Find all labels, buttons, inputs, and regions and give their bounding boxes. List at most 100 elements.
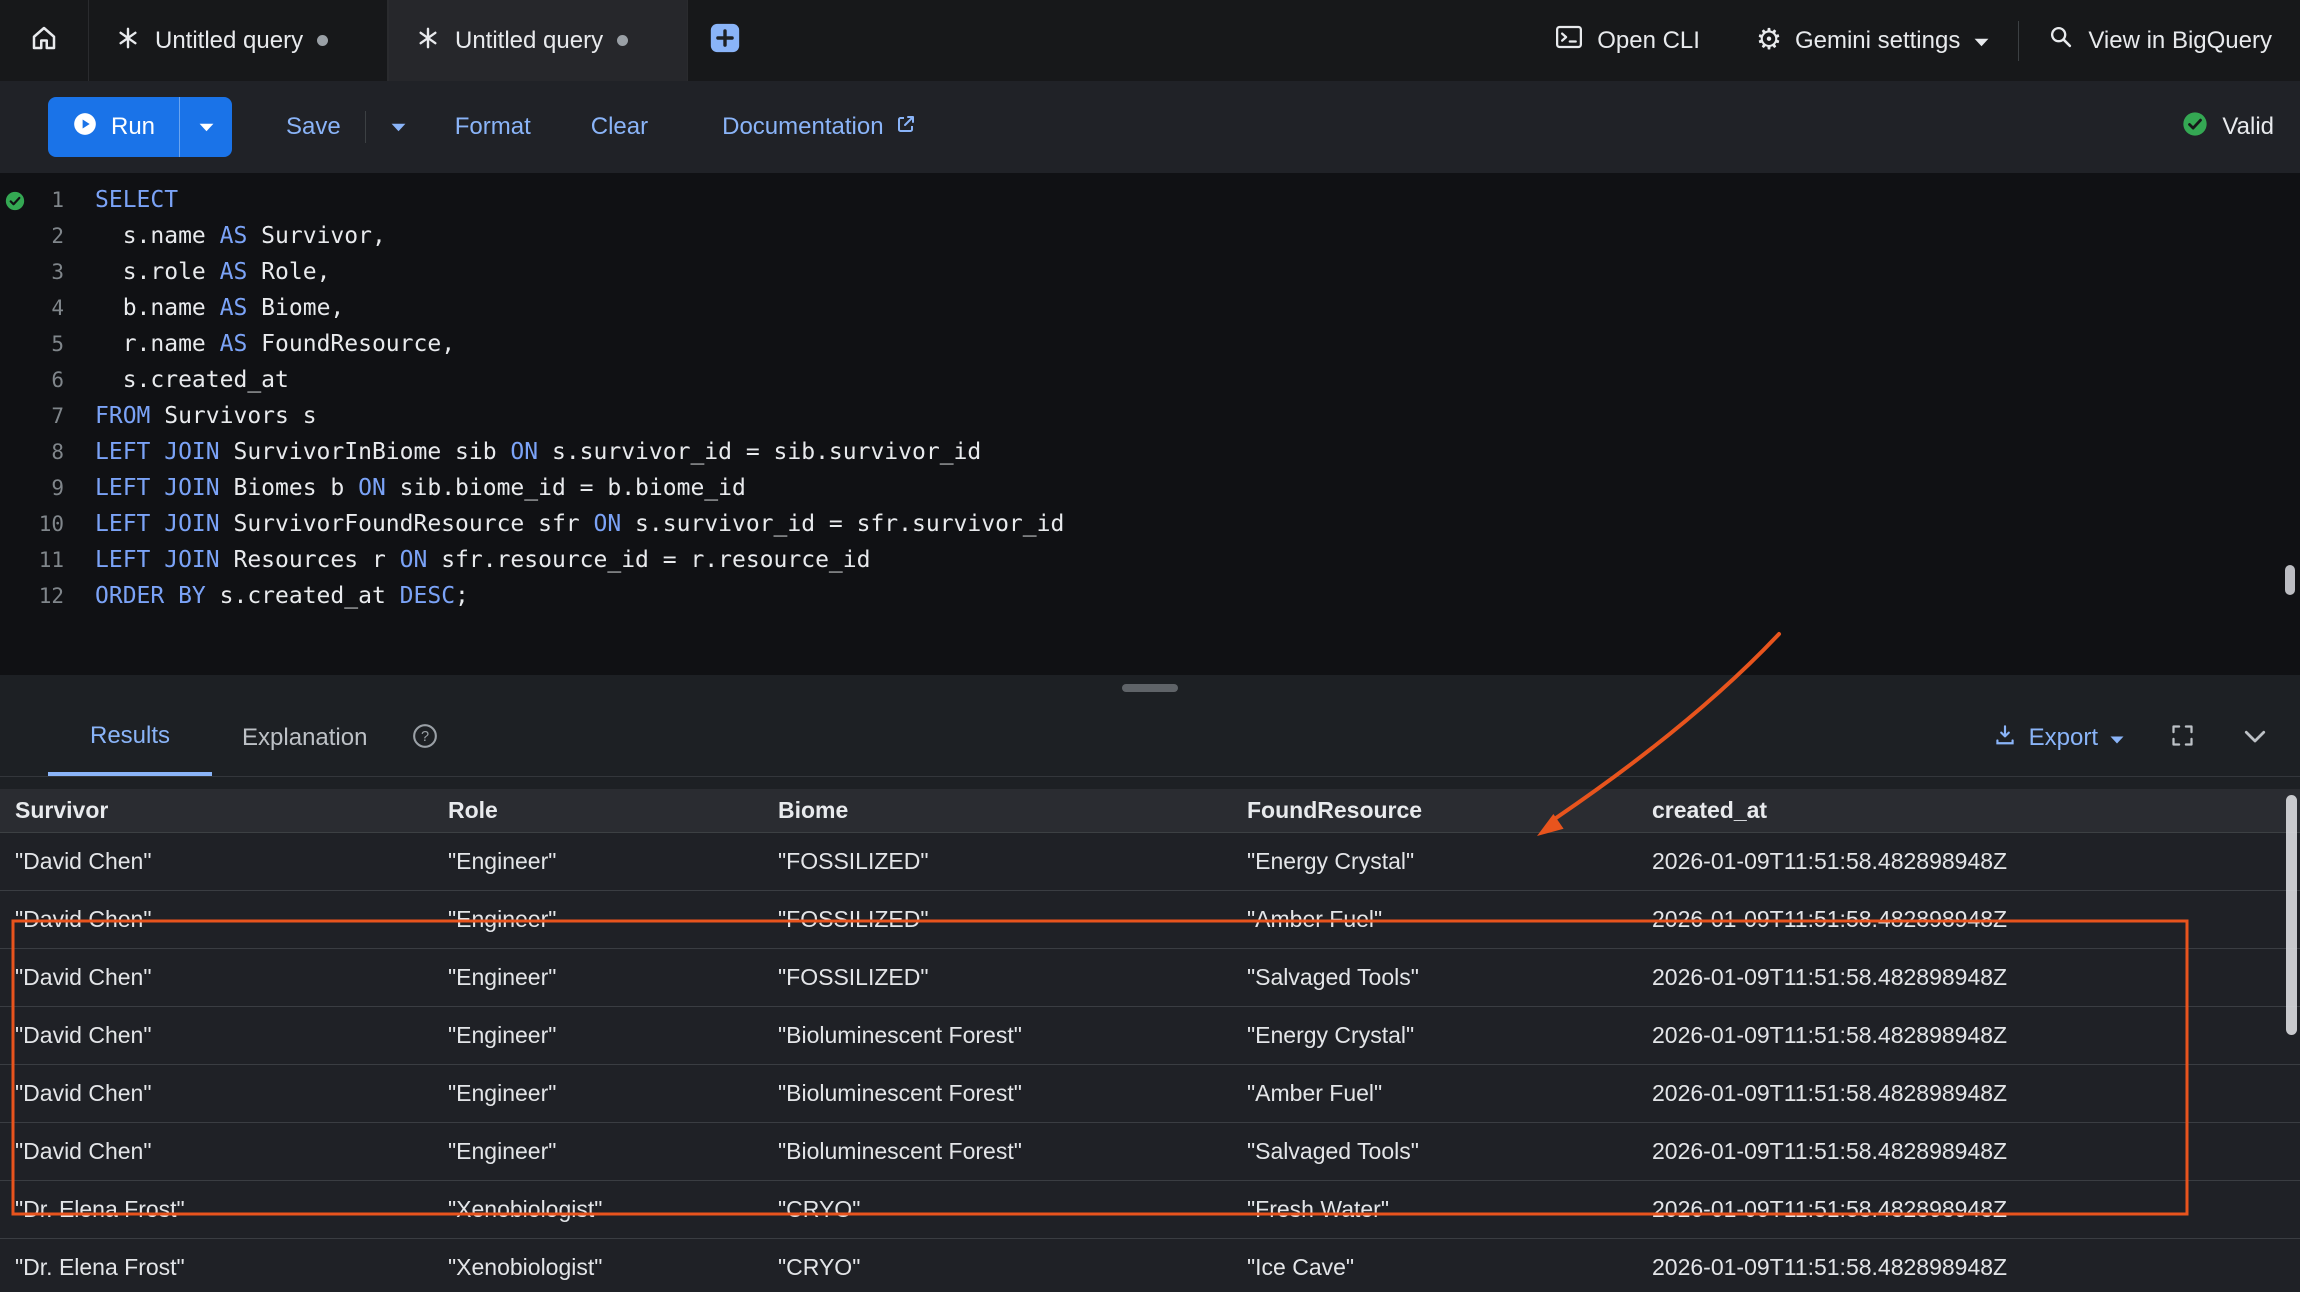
code-line[interactable]: 4 b.name AS Biome,: [0, 290, 2300, 326]
code-text[interactable]: s.name AS Survivor,: [95, 218, 386, 254]
column-header-foundresource: FoundResource: [1247, 797, 1652, 824]
code-line[interactable]: 8 LEFT JOIN SurvivorInBiome sib ON s.surv…: [0, 434, 2300, 470]
table-cell: "Salvaged Tools": [1247, 964, 1652, 991]
help-button[interactable]: ?: [411, 722, 439, 755]
line-number: 8: [0, 434, 64, 470]
code-line[interactable]: 7 FROM Survivors s: [0, 398, 2300, 434]
column-header-survivor: Survivor: [15, 797, 448, 824]
code-text[interactable]: LEFT JOIN SurvivorFoundResource sfr ON s…: [95, 506, 1064, 542]
chevron-down-icon: [2240, 721, 2270, 756]
code-line[interactable]: 2 s.name AS Survivor,: [0, 218, 2300, 254]
table-cell: "David Chen": [15, 1022, 448, 1049]
code-line[interactable]: 5 r.name AS FoundResource,: [0, 326, 2300, 362]
line-number: 7: [0, 398, 64, 434]
export-button[interactable]: Export: [1992, 722, 2125, 755]
splitter-drag-handle[interactable]: [1122, 684, 1178, 692]
fullscreen-button[interactable]: [2169, 722, 2196, 754]
table-row: "David Chen""Engineer""Bioluminescent Fo…: [0, 1065, 2300, 1123]
code-text[interactable]: LEFT JOIN Biomes b ON sib.biome_id = b.b…: [95, 470, 746, 506]
gemini-settings-icon: ⚙: [1756, 26, 1782, 55]
table-cell: "FOSSILIZED": [778, 964, 1247, 991]
tab-title: Untitled query: [155, 27, 303, 55]
add-tab-icon: [708, 21, 742, 60]
line-valid-check-icon: [4, 190, 26, 212]
chevron-down-icon: [1973, 27, 1990, 55]
results-scrollbar[interactable]: [2286, 795, 2297, 1035]
table-cell: "CRYO": [778, 1254, 1247, 1281]
table-cell: "Engineer": [448, 848, 778, 875]
home-button[interactable]: [0, 0, 88, 81]
open-cli-label: Open CLI: [1597, 27, 1700, 55]
table-row: "Dr. Elena Frost""Xenobiologist""CRYO""F…: [0, 1181, 2300, 1239]
table-cell: "David Chen": [15, 1080, 448, 1107]
table-cell: "Xenobiologist": [448, 1196, 778, 1223]
run-button[interactable]: Run: [48, 97, 179, 157]
code-line[interactable]: 11 LEFT JOIN Resources r ON sfr.resource_…: [0, 542, 2300, 578]
results-header-row: SurvivorRoleBiomeFoundResourcecreated_at: [0, 789, 2300, 833]
add-tab-button[interactable]: [708, 24, 742, 58]
table-row: "David Chen""Engineer""FOSSILIZED""Energ…: [0, 833, 2300, 891]
code-text[interactable]: b.name AS Biome,: [95, 290, 344, 326]
table-row: "David Chen""Engineer""Bioluminescent Fo…: [0, 1007, 2300, 1065]
documentation-link[interactable]: Documentation: [722, 112, 917, 143]
code-text[interactable]: s.role AS Role,: [95, 254, 330, 290]
query-toolbar: Run Save Format Clear Documentation Vali…: [0, 81, 2300, 173]
code-line[interactable]: 9 LEFT JOIN Biomes b ON sib.biome_id = b.…: [0, 470, 2300, 506]
query-icon: [415, 25, 441, 56]
table-cell: "Bioluminescent Forest": [778, 1080, 1247, 1107]
valid-label: Valid: [2222, 113, 2274, 141]
tab-explanation-label: Explanation: [242, 724, 367, 752]
code-text[interactable]: s.created_at: [95, 362, 289, 398]
query-tab-2[interactable]: Untitled query: [388, 0, 688, 81]
tab-explanation[interactable]: Explanation: [212, 700, 397, 776]
clear-button[interactable]: Clear: [591, 113, 648, 141]
code-line[interactable]: 10LEFT JOIN SurvivorFoundResource sfr ON…: [0, 506, 2300, 542]
line-number: 11: [0, 542, 64, 578]
view-in-bigquery-button[interactable]: View in BigQuery: [2019, 23, 2300, 58]
open-cli-button[interactable]: Open CLI: [1526, 22, 1728, 59]
table-cell: "Engineer": [448, 906, 778, 933]
save-button[interactable]: Save: [286, 113, 341, 141]
table-cell: "Dr. Elena Frost": [15, 1196, 448, 1223]
table-cell: 2026-01-09T11:51:58.482898948Z: [1652, 964, 2300, 991]
table-cell: "Dr. Elena Frost": [15, 1254, 448, 1281]
code-text[interactable]: r.name AS FoundResource,: [95, 326, 455, 362]
table-cell: "Engineer": [448, 1080, 778, 1107]
table-cell: 2026-01-09T11:51:58.482898948Z: [1652, 906, 2300, 933]
line-number: 3: [0, 254, 64, 290]
editor-scrollbar[interactable]: [2285, 565, 2295, 595]
collapse-panel-button[interactable]: [2240, 721, 2270, 756]
gemini-settings-label: Gemini settings: [1795, 27, 1960, 55]
run-options-caret[interactable]: [180, 97, 232, 157]
table-cell: 2026-01-09T11:51:58.482898948Z: [1652, 1254, 2300, 1281]
format-button[interactable]: Format: [455, 113, 531, 141]
tab-results[interactable]: Results: [48, 700, 212, 776]
line-number: 5: [0, 326, 64, 362]
code-text[interactable]: FROM Survivors s: [95, 398, 317, 434]
table-cell: "CRYO": [778, 1196, 1247, 1223]
code-line[interactable]: 3 s.role AS Role,: [0, 254, 2300, 290]
top-tab-bar: Untitled query Untitled query Open CLI ⚙…: [0, 0, 2300, 81]
fullscreen-icon: [2169, 722, 2196, 754]
save-options-caret[interactable]: [390, 122, 407, 133]
line-number: 4: [0, 290, 64, 326]
run-split-button: Run: [48, 97, 232, 157]
gemini-settings-button[interactable]: ⚙ Gemini settings: [1728, 26, 2018, 55]
sql-editor[interactable]: 1SELECT2 s.name AS Survivor,3 s.role AS …: [0, 173, 2300, 675]
code-line[interactable]: 12ORDER BY s.created_at DESC;: [0, 578, 2300, 614]
results-panel: Results Explanation ? Export: [0, 700, 2300, 1292]
code-line[interactable]: 1SELECT: [0, 182, 2300, 218]
table-row: "Dr. Elena Frost""Xenobiologist""CRYO""I…: [0, 1239, 2300, 1292]
code-text[interactable]: SELECT: [95, 182, 178, 218]
table-cell: "Amber Fuel": [1247, 1080, 1652, 1107]
code-text[interactable]: LEFT JOIN Resources r ON sfr.resource_id…: [95, 542, 870, 578]
code-text[interactable]: ORDER BY s.created_at DESC;: [95, 578, 469, 614]
query-tab-1[interactable]: Untitled query: [88, 0, 388, 81]
results-body: "David Chen""Engineer""FOSSILIZED""Energ…: [0, 833, 2300, 1292]
table-cell: "Fresh Water": [1247, 1196, 1652, 1223]
home-icon: [29, 23, 59, 58]
code-line[interactable]: 6 s.created_at: [0, 362, 2300, 398]
check-circle-icon: [2181, 110, 2209, 145]
line-number: 9: [0, 470, 64, 506]
code-text[interactable]: LEFT JOIN SurvivorInBiome sib ON s.survi…: [95, 434, 981, 470]
